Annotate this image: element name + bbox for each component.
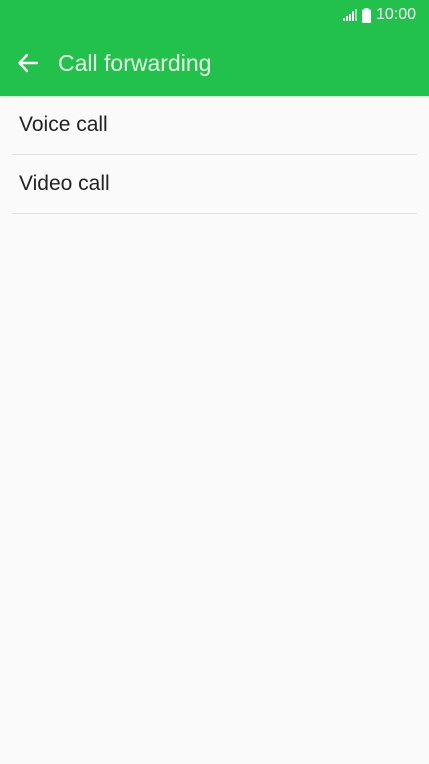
settings-list: Voice call Video call (0, 96, 429, 214)
list-item-video-call[interactable]: Video call (12, 155, 417, 214)
list-item-label: Video call (19, 172, 110, 195)
status-bar: 10:00 (0, 0, 429, 30)
back-button[interactable] (8, 43, 48, 83)
list-item-voice-call[interactable]: Voice call (12, 96, 417, 155)
page-title: Call forwarding (58, 50, 212, 76)
app-bar: Call forwarding (0, 30, 429, 96)
status-time: 10:00 (375, 6, 416, 23)
arrow-left-icon (17, 52, 39, 74)
signal-icon (342, 9, 357, 21)
status-icons: 10:00 (342, 5, 416, 25)
battery-icon (361, 7, 371, 23)
list-item-label: Voice call (19, 113, 108, 136)
